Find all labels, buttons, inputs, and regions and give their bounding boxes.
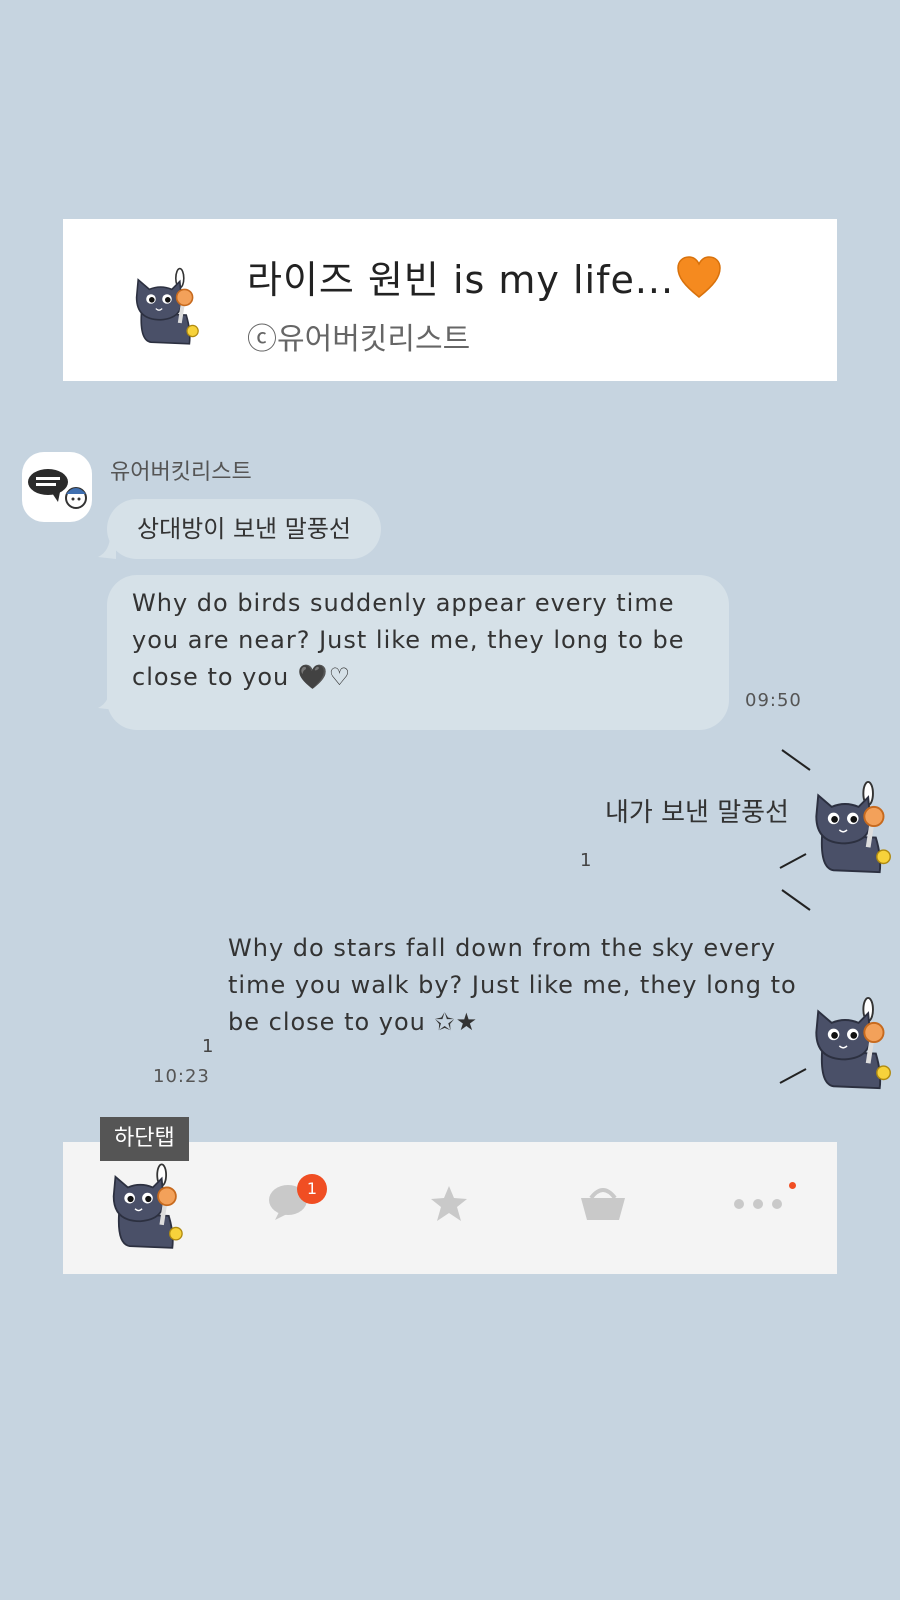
- header-title-text: 라이즈 원빈 is my life...: [247, 258, 675, 302]
- new-indicator-dot: [789, 1182, 796, 1189]
- tab-chats[interactable]: 1: [233, 1142, 353, 1274]
- outgoing-message-bubble[interactable]: Why do stars fall down from the sky ever…: [228, 930, 803, 1041]
- tab-shopping[interactable]: [541, 1142, 661, 1274]
- sender-avatar[interactable]: [22, 452, 92, 522]
- orange-heart-icon: [677, 256, 721, 298]
- message-text: Why do birds suddenly appear every time …: [132, 589, 685, 691]
- sender-name: 유어버킷리스트: [110, 460, 252, 485]
- message-text: 상대방이 보낸 말풍선: [137, 515, 351, 543]
- bottom-tab-bar: 1: [63, 1142, 837, 1274]
- header-subtitle: ⓒ유어버킷리스트: [247, 322, 471, 357]
- bottom-tab-label: 하단탭: [100, 1117, 189, 1161]
- unread-count: 1: [202, 1036, 214, 1057]
- header-title: 라이즈 원빈 is my life...: [247, 249, 722, 304]
- profile-header-card: 라이즈 원빈 is my life... ⓒ유어버킷리스트: [63, 219, 837, 381]
- decorative-strokes: [779, 749, 811, 1084]
- tab-view[interactable]: [389, 1142, 509, 1274]
- tab-friends[interactable]: [93, 1142, 213, 1274]
- star-icon: [431, 1186, 467, 1221]
- tab-more[interactable]: [693, 1142, 813, 1274]
- message-timestamp: 09:50: [745, 690, 802, 711]
- cat-profile-icon: [103, 1162, 183, 1252]
- cat-sticker-icon: [134, 267, 201, 346]
- incoming-message-bubble[interactable]: 상대방이 보낸 말풍선: [107, 499, 381, 559]
- speech-logo-icon: [28, 469, 87, 509]
- unread-count: 1: [580, 850, 592, 871]
- more-dots-icon: [734, 1199, 782, 1209]
- incoming-message-bubble[interactable]: Why do birds suddenly appear every time …: [107, 575, 729, 730]
- message-timestamp: 10:23: [153, 1066, 210, 1087]
- basket-icon: [581, 1188, 625, 1220]
- unread-badge: 1: [297, 1174, 327, 1204]
